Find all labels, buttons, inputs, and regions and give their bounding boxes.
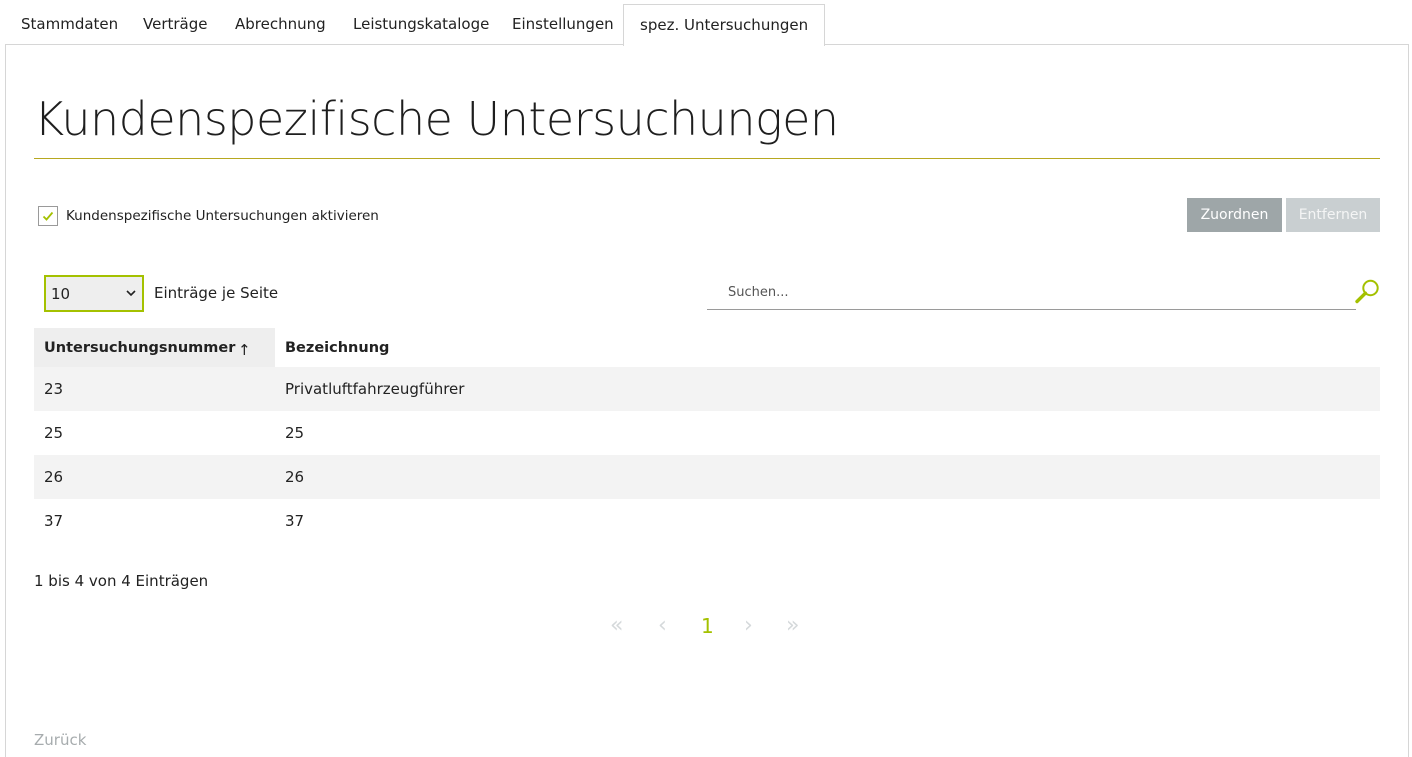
remove-button[interactable]: Entfernen: [1286, 198, 1380, 232]
table-row[interactable]: 37 37: [34, 499, 1380, 543]
column-header-label: Untersuchungsnummer: [44, 340, 236, 356]
column-header-untersuchungsnummer[interactable]: Untersuchungsnummer ↑: [34, 328, 275, 367]
sort-ascending-icon: ↑: [238, 341, 251, 359]
page-1-button[interactable]: 1: [701, 612, 714, 640]
cell-untersuchungsnummer: 37: [44, 512, 64, 530]
search-field: [707, 276, 1356, 310]
page-title: Kundenspezifische Untersuchungen: [34, 92, 839, 146]
column-header-label: Bezeichnung: [285, 340, 390, 356]
first-page-button[interactable]: «: [610, 612, 623, 640]
cell-bezeichnung: 26: [285, 468, 305, 486]
back-link[interactable]: Zurück: [34, 731, 86, 749]
entries-per-page-label: Einträge je Seite: [154, 284, 279, 302]
cell-bezeichnung: Privatluftfahrzeugführer: [285, 380, 465, 398]
tab-einstellungen[interactable]: Einstellungen: [512, 4, 614, 45]
tab-stammdaten[interactable]: Stammdaten: [21, 4, 118, 45]
tab-spez-untersuchungen[interactable]: spez. Untersuchungen: [623, 4, 826, 46]
activate-checkbox-label[interactable]: Kundenspezifische Untersuchungen aktivie…: [66, 208, 379, 224]
search-icon[interactable]: [1354, 278, 1381, 305]
cell-untersuchungsnummer: 23: [44, 380, 64, 398]
checkmark-icon: [42, 211, 54, 221]
tab-leistungskataloge[interactable]: Leistungskataloge: [353, 4, 489, 45]
assign-button[interactable]: Zuordnen: [1187, 198, 1282, 232]
previous-page-button[interactable]: ‹: [658, 612, 667, 640]
search-input[interactable]: [707, 276, 1356, 309]
chevron-down-icon: [126, 290, 136, 297]
entries-per-page-value: 10: [51, 284, 71, 303]
table-header: Untersuchungsnummer ↑ Bezeichnung: [34, 328, 1380, 367]
cell-bezeichnung: 37: [285, 512, 305, 530]
last-page-button[interactable]: »: [786, 612, 799, 640]
tab-abrechnung[interactable]: Abrechnung: [235, 4, 326, 45]
column-header-bezeichnung[interactable]: Bezeichnung: [275, 328, 1380, 367]
activate-checkbox[interactable]: [38, 206, 58, 226]
cell-bezeichnung: 25: [285, 424, 305, 442]
table-row[interactable]: 25 25: [34, 411, 1380, 455]
table-row[interactable]: 23 Privatluftfahrzeugführer: [34, 367, 1380, 411]
examinations-table: Untersuchungsnummer ↑ Bezeichnung 23 Pri…: [34, 328, 1380, 543]
title-divider: [34, 158, 1380, 159]
cell-untersuchungsnummer: 25: [44, 424, 64, 442]
entries-per-page-select[interactable]: 10: [44, 275, 144, 312]
next-page-button[interactable]: ›: [744, 612, 753, 640]
activate-option: Kundenspezifische Untersuchungen aktivie…: [38, 206, 379, 226]
tab-bar: Stammdaten Verträge Abrechnung Leistungs…: [0, 0, 1412, 46]
table-row[interactable]: 26 26: [34, 455, 1380, 499]
cell-untersuchungsnummer: 26: [44, 468, 64, 486]
table-info: 1 bis 4 von 4 Einträgen: [34, 572, 209, 590]
tab-vertraege[interactable]: Verträge: [143, 4, 207, 45]
